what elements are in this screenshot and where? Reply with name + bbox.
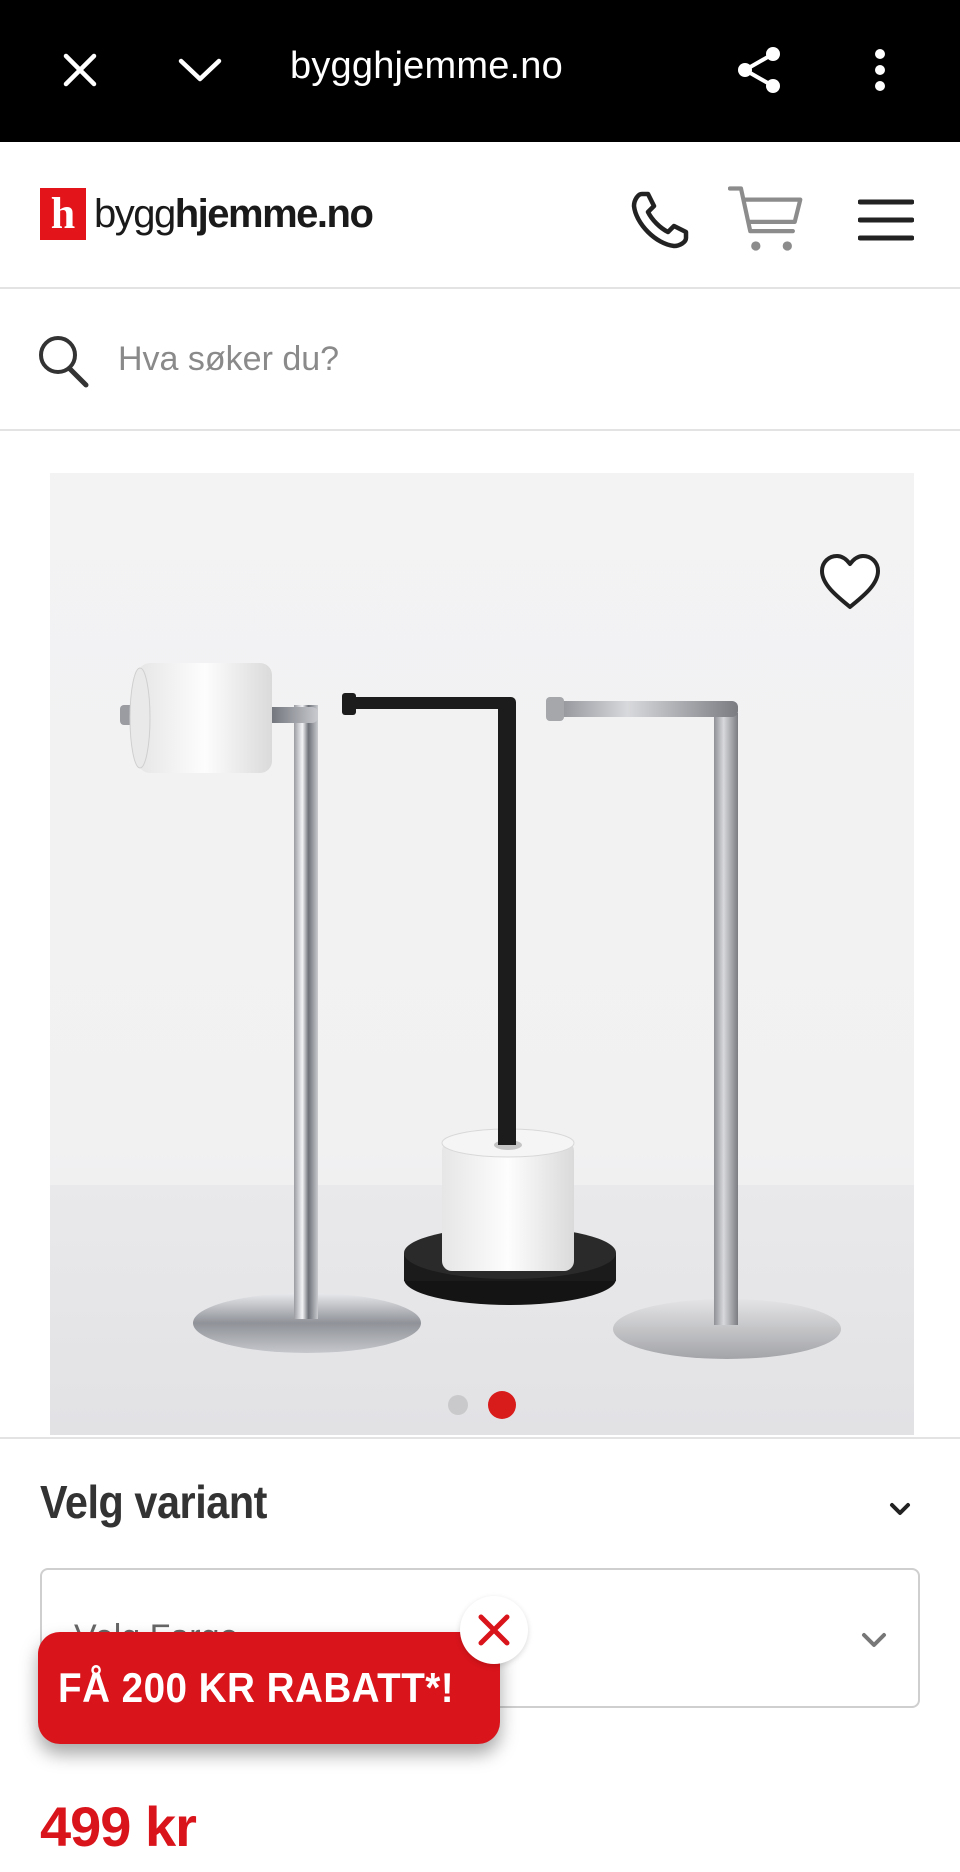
logo-mark: h xyxy=(40,188,86,240)
browser-url[interactable]: bygghjemme.no xyxy=(290,45,563,88)
search-input[interactable] xyxy=(118,329,898,389)
gallery-dot-active[interactable] xyxy=(488,1391,516,1419)
more-vertical-icon[interactable] xyxy=(845,35,915,105)
logo-text: bygghjemme.no xyxy=(94,191,374,236)
discount-promo-button[interactable]: FÅ 200 KR RABATT*! xyxy=(38,1632,500,1744)
site-logo[interactable]: h bygghjemme.no xyxy=(40,188,374,240)
share-icon[interactable] xyxy=(725,35,795,105)
promo-label: FÅ 200 KR RABATT*! xyxy=(58,1664,455,1711)
heart-outline-icon[interactable] xyxy=(818,553,888,617)
chevron-down-icon[interactable] xyxy=(854,1620,894,1660)
cart-icon[interactable] xyxy=(728,182,804,258)
product-image-gallery[interactable] xyxy=(50,473,914,1435)
chevron-down-icon[interactable] xyxy=(165,35,235,105)
product-price: 499 kr xyxy=(40,1795,197,1858)
close-icon[interactable] xyxy=(45,35,115,105)
menu-icon[interactable] xyxy=(848,182,924,258)
browser-toolbar: bygghjemme.no xyxy=(0,0,960,142)
product-photo xyxy=(120,663,841,1359)
phone-icon[interactable] xyxy=(622,182,698,258)
search-icon[interactable] xyxy=(36,333,92,389)
variant-title: Velg variant xyxy=(40,1476,268,1528)
chevron-down-icon[interactable] xyxy=(880,1489,920,1529)
site-header: h bygghjemme.no xyxy=(0,142,960,289)
close-icon[interactable] xyxy=(460,1596,528,1664)
search-bar xyxy=(0,289,960,431)
gallery-pagination xyxy=(50,1391,914,1419)
gallery-dot[interactable] xyxy=(448,1395,468,1415)
variant-section-header[interactable]: Velg variant xyxy=(0,1437,960,1567)
